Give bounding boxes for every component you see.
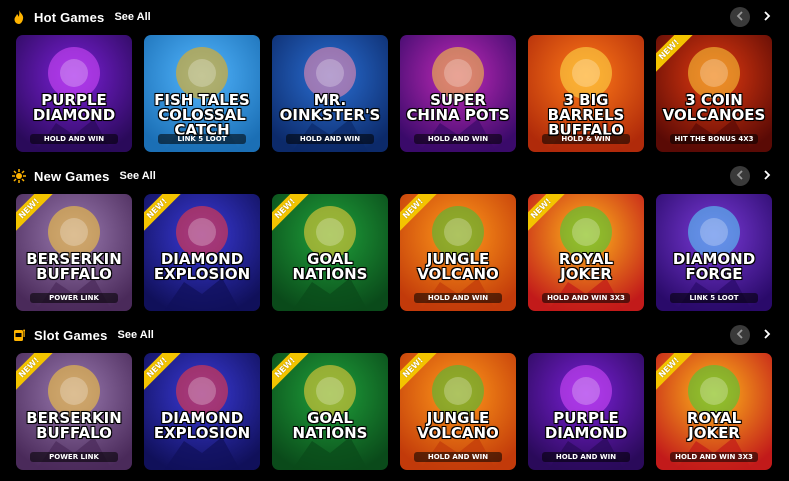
game-subtitle: Hit the Bonus 4x3 — [670, 134, 758, 144]
game-title: Super China Pots — [406, 91, 510, 124]
game-card[interactable]: Diamond Explosion NEW! — [144, 353, 260, 470]
chevron-left-icon — [736, 326, 744, 344]
game-card[interactable]: Super China Pots Hold and Win — [400, 35, 516, 152]
section-title: Slot Games — [34, 327, 108, 343]
game-title: Goal Nations — [292, 409, 368, 442]
game-subtitle: Hold and Win — [30, 134, 118, 144]
game-subtitle: Hold and Win 3x3 — [542, 293, 630, 303]
game-card[interactable]: Royal Joker Hold and Win 3x3 NEW! — [656, 353, 772, 470]
carousel-prev-button[interactable] — [730, 166, 750, 186]
game-card[interactable]: Purple Diamond Hold and Win — [528, 353, 644, 470]
chevron-right-icon — [763, 8, 771, 26]
game-card[interactable]: Royal Joker Hold and Win 3x3 NEW! — [528, 194, 644, 311]
section-title: Hot Games — [34, 9, 105, 25]
game-title: Diamond Explosion — [153, 250, 251, 283]
game-title: Royal Joker — [558, 250, 614, 283]
carousel-prev-button[interactable] — [730, 325, 750, 345]
game-subtitle: Hold and Win — [286, 134, 374, 144]
game-card[interactable]: Mr. Oinkster's Hold and Win — [272, 35, 388, 152]
see-all-link[interactable]: See All — [120, 170, 156, 182]
chevron-right-icon — [763, 167, 771, 185]
game-subtitle: Hold and Win — [414, 134, 502, 144]
flame-icon — [12, 10, 26, 24]
chevron-left-icon — [736, 167, 744, 185]
section-header: Slot Games See All — [12, 326, 154, 344]
game-card[interactable]: Purple Diamond Hold and Win — [16, 35, 132, 152]
game-card[interactable]: Jungle Volcano Hold and Win NEW! — [400, 353, 516, 470]
carousel-next-button[interactable] — [757, 7, 777, 27]
game-subtitle: Power Link — [30, 293, 118, 303]
game-card[interactable]: Berserkin Buffalo Power Link NEW! — [16, 353, 132, 470]
game-carousel: Purple Diamond Hold and Win Fish Tales Col… — [16, 35, 772, 152]
game-title: 3 Big Barrels Buffalo — [547, 91, 625, 139]
game-title: 3 Coin Volcanoes — [662, 91, 766, 124]
section-title: New Games — [34, 168, 110, 184]
game-card[interactable]: Goal Nations NEW! — [272, 353, 388, 470]
game-title: Purple Diamond — [544, 409, 628, 442]
game-carousel: Berserkin Buffalo Power Link NEW! Diamond E… — [16, 353, 772, 470]
game-subtitle: Hold and Win — [542, 452, 630, 462]
game-title: Goal Nations — [292, 250, 368, 283]
chevron-right-icon — [763, 326, 771, 344]
see-all-link[interactable]: See All — [114, 11, 150, 23]
game-card[interactable]: Jungle Volcano Hold and Win NEW! — [400, 194, 516, 311]
game-card[interactable]: Berserkin Buffalo Power Link NEW! — [16, 194, 132, 311]
game-subtitle: Power Link — [30, 452, 118, 462]
game-title: Berserkin Buffalo — [26, 409, 122, 442]
game-card[interactable]: Goal Nations NEW! — [272, 194, 388, 311]
game-subtitle: Link 5 Loot — [158, 134, 246, 144]
carousel-next-button[interactable] — [757, 325, 777, 345]
game-card[interactable]: Diamond Forge Link 5 Loot — [656, 194, 772, 311]
game-card[interactable]: 3 Big Barrels Buffalo Hold & Win — [528, 35, 644, 152]
game-title: Royal Joker — [686, 409, 742, 442]
game-title: Diamond Explosion — [153, 409, 251, 442]
game-title: Fish Tales Colossal Catch — [154, 91, 250, 139]
section-new-games: New Games See All Berserkin Buffalo Power… — [0, 159, 789, 318]
game-carousel: Berserkin Buffalo Power Link NEW! Diamond E… — [16, 194, 772, 311]
chevron-left-icon — [736, 8, 744, 26]
section-hot-games: Hot Games See All Purple Diamond Hold and… — [0, 0, 789, 159]
game-subtitle: Hold & Win — [542, 134, 630, 144]
game-card[interactable]: 3 Coin Volcanoes Hit the Bonus 4x3 NEW! — [656, 35, 772, 152]
section-slot-games: Slot Games See All Berserkin Buffalo Powe… — [0, 318, 789, 477]
see-all-link[interactable]: See All — [118, 329, 154, 341]
game-subtitle: Hold and Win — [414, 293, 502, 303]
section-header: Hot Games See All — [12, 8, 151, 26]
game-title: Mr. Oinkster's — [279, 91, 381, 124]
game-card[interactable]: Fish Tales Colossal Catch Link 5 Loot — [144, 35, 260, 152]
slot-machine-icon — [12, 328, 26, 342]
carousel-next-button[interactable] — [757, 166, 777, 186]
game-card[interactable]: Diamond Explosion NEW! — [144, 194, 260, 311]
section-header: New Games See All — [12, 167, 156, 185]
game-subtitle: Link 5 Loot — [670, 293, 758, 303]
game-title: Jungle Volcano — [417, 409, 499, 442]
game-title: Purple Diamond — [32, 91, 116, 124]
game-subtitle: Hold and Win 3x3 — [670, 452, 758, 462]
carousel-prev-button[interactable] — [730, 7, 750, 27]
sparkle-icon — [12, 169, 26, 183]
game-subtitle: Hold and Win — [414, 452, 502, 462]
game-title: Jungle Volcano — [417, 250, 499, 283]
game-title: Diamond Forge — [672, 250, 756, 283]
game-title: Berserkin Buffalo — [26, 250, 122, 283]
